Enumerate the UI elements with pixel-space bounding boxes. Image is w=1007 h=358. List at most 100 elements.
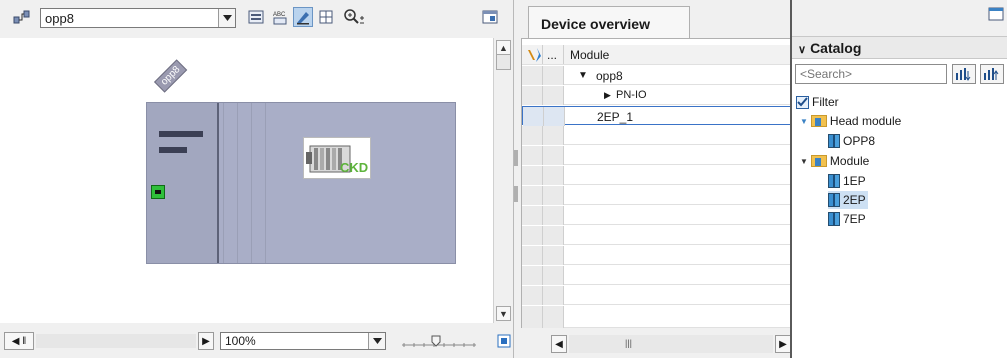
catalog-search-input[interactable] (795, 64, 947, 84)
tree-folder-label: Head module (829, 114, 902, 128)
overview-horizontal-scrollbar[interactable]: ◀ ||| ▶ (521, 333, 791, 353)
row-module-name: 2EP_1 (597, 110, 634, 124)
table-row[interactable] (522, 226, 792, 245)
tree-folder-head-module[interactable]: ▼ Head module (800, 112, 901, 130)
device-select[interactable]: opp8 (40, 8, 236, 28)
chevron-down-icon[interactable]: ∨ (798, 44, 806, 56)
brand-logo: CKD (340, 160, 369, 175)
scroll-up-button[interactable]: ▲ (496, 40, 511, 55)
module-names-icon[interactable]: ABC (270, 7, 290, 27)
module-status-icon (522, 45, 543, 64)
zoom-value: 100% (225, 334, 256, 348)
table-row[interactable] (522, 206, 792, 225)
module-image[interactable]: CKD (303, 137, 371, 179)
draw-icon[interactable] (293, 7, 313, 27)
tree-folder-module[interactable]: ▼ Module (800, 152, 869, 170)
canvas-vertical-scrollbar[interactable]: ▲ ▼ (493, 38, 512, 323)
scroll-left-button[interactable]: ◀ ‖ (4, 332, 34, 350)
rack-name-label: opp8 (154, 59, 188, 93)
device-rack[interactable]: CKD (146, 102, 456, 264)
table-row[interactable] (522, 146, 792, 165)
search-up-icon[interactable] (980, 64, 1004, 84)
catalog-header[interactable]: ∨ Catalog (792, 36, 1007, 58)
table-row[interactable] (522, 306, 792, 328)
catalog-body: Filter ▼ Head module OPP8 ▼ Module 1EP (792, 58, 1007, 358)
led-bar (159, 147, 187, 153)
tree-item-label: 7EP (843, 212, 866, 226)
horizontal-scroll-track[interactable]: ||| (569, 335, 773, 353)
checkbox-icon[interactable] (796, 95, 809, 109)
folder-icon (810, 115, 827, 127)
column-header-dots: ... (543, 45, 564, 64)
table-header-row: ... Module (522, 45, 792, 65)
zoom-slider[interactable] (400, 334, 478, 348)
device-overview-pane: Device overview ... Module ▼ opp8 ▶ PN-I… (513, 0, 792, 358)
catalog-pane: ∨ Catalog Filter ▼ Head module (790, 0, 1007, 358)
svg-text:ABC: ABC (273, 12, 286, 18)
network-view-icon[interactable] (12, 7, 32, 27)
horizontal-scroll-track[interactable] (36, 334, 196, 348)
tree-expand-icon[interactable]: ▼ (800, 117, 808, 126)
folder-icon (810, 155, 827, 167)
tree-item-label: 2EP (843, 193, 866, 207)
tree-item-opp8[interactable]: OPP8 (828, 132, 875, 150)
scroll-left-button[interactable]: ◀ (551, 335, 567, 353)
grid-icon[interactable] (316, 7, 336, 27)
app-window: opp8 ABC opp8 CKD ▲ ▼ ◀ ‖ ▶ 100% Device … (0, 0, 1007, 358)
scroll-right-button[interactable]: ▶ (198, 332, 214, 350)
catalog-title: Catalog (810, 40, 862, 56)
table-row[interactable] (522, 166, 792, 185)
tree-item-1ep[interactable]: 1EP (828, 172, 866, 190)
table-row[interactable]: ▶ PN-IO (522, 86, 792, 105)
device-select-value: opp8 (45, 11, 74, 26)
row-module-name: opp8 (596, 69, 623, 83)
module-icon (828, 174, 840, 188)
scroll-down-button[interactable]: ▼ (496, 306, 511, 321)
chevron-down-icon[interactable] (218, 9, 235, 27)
tree-folder-label: Module (829, 154, 870, 168)
task-card-icon[interactable] (988, 6, 1004, 22)
chevron-down-icon[interactable] (368, 333, 385, 349)
head-module[interactable] (147, 103, 219, 263)
scroll-thumb[interactable] (496, 54, 511, 70)
device-view-toolbar: opp8 ABC (0, 4, 512, 30)
table-row[interactable]: ▼ opp8 (522, 66, 792, 85)
scroll-right-button[interactable]: ▶ (775, 335, 791, 353)
column-header-module[interactable]: Module (570, 48, 609, 62)
zoom-icon[interactable] (342, 7, 370, 27)
device-view-pane: opp8 ABC opp8 CKD ▲ ▼ ◀ ‖ ▶ 100% (0, 0, 512, 358)
row-module-name: PN-IO (616, 89, 647, 101)
splitter-handle[interactable] (514, 150, 518, 166)
filter-checkbox[interactable]: Filter (796, 93, 839, 111)
canvas-bottom-bar: ◀ ‖ ▶ 100% (0, 330, 512, 352)
tree-item-label: 1EP (843, 174, 866, 188)
table-row[interactable] (522, 266, 792, 285)
device-overview-table[interactable]: ... Module ▼ opp8 ▶ PN-IO 2EP_1 (521, 38, 792, 328)
tree-expander-icon[interactable]: ▶ (604, 90, 611, 101)
tree-expander-icon[interactable]: ▼ (578, 70, 588, 81)
module-icon (828, 134, 840, 148)
device-canvas[interactable]: opp8 CKD (0, 38, 493, 323)
device-data-icon[interactable] (246, 7, 266, 27)
search-down-icon[interactable] (952, 64, 976, 84)
filter-label: Filter (812, 95, 839, 109)
tree-item-7ep[interactable]: 7EP (828, 210, 866, 228)
tab-device-overview[interactable]: Device overview (528, 6, 690, 38)
table-row[interactable]: 2EP_1 (522, 106, 792, 126)
tree-item-2ep[interactable]: 2EP (828, 191, 868, 209)
port-icon[interactable] (151, 185, 165, 199)
table-row[interactable] (522, 246, 792, 265)
fit-view-icon[interactable] (494, 331, 514, 351)
splitter-handle[interactable] (514, 186, 518, 202)
module-icon (828, 193, 840, 207)
module-icon (828, 212, 840, 226)
table-row[interactable] (522, 286, 792, 305)
overview-navigation-icon[interactable] (480, 7, 500, 27)
led-bar (159, 131, 203, 137)
tree-expand-icon[interactable]: ▼ (800, 157, 808, 166)
scroll-grip-icon: ||| (625, 338, 633, 348)
zoom-select[interactable]: 100% (220, 332, 386, 350)
tree-item-label: OPP8 (843, 134, 876, 148)
table-row[interactable] (522, 126, 792, 145)
table-row[interactable] (522, 186, 792, 205)
